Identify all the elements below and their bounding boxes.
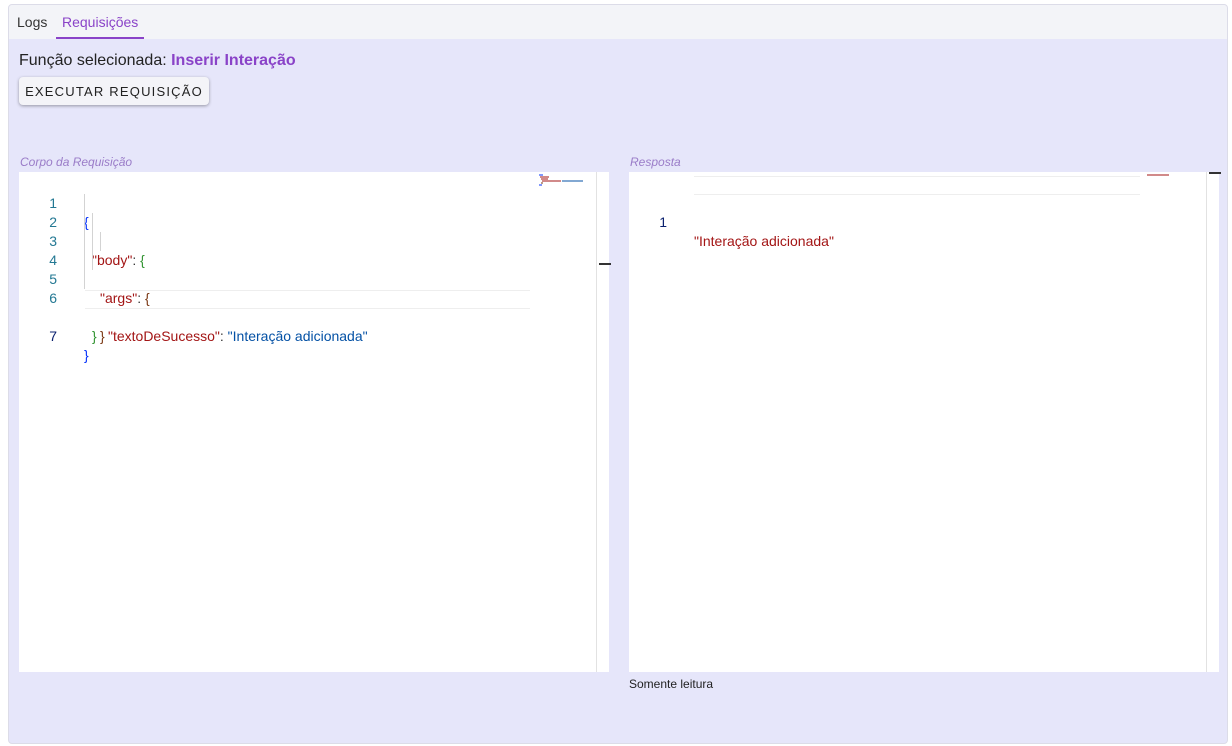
json-string-value: "Interação adicionada" [694, 233, 834, 249]
code-line: 1 { [19, 175, 88, 230]
json-brace: } [84, 347, 89, 363]
selected-function: Função selecionada: Inserir Interação [19, 52, 296, 70]
json-string-value: "Interação adicionada" [227, 328, 368, 344]
scroll-position-marker [1209, 172, 1221, 174]
request-body-label: Corpo da Requisição [20, 155, 133, 169]
line-number: 1 [659, 214, 667, 230]
code-line: 3 "args": { [19, 213, 150, 306]
indent-guide [84, 232, 85, 251]
code-line: 4 "textoDeSucesso": "Interação adicionad… [19, 232, 368, 344]
indent-guide [100, 232, 101, 251]
code-line-content: "textoDeSucesso": "Interação adicionada" [108, 327, 368, 346]
code-line: 7 } [19, 289, 530, 363]
selected-function-prefix: Função selecionada: [19, 52, 167, 69]
response-code: 1 "Interação adicionada" [629, 175, 1140, 249]
indent-guide [84, 194, 85, 213]
json-key: "body" [92, 252, 133, 268]
minimap[interactable] [1147, 173, 1171, 177]
indent-guide [92, 213, 93, 232]
tab-logs[interactable]: Logs [11, 5, 53, 39]
indent-guide [92, 251, 93, 270]
response-editor[interactable]: 1 "Interação adicionada" [629, 172, 1221, 672]
indent-guide [84, 251, 85, 270]
json-brace: } [100, 328, 105, 344]
code-line-content: "body": { [92, 251, 145, 270]
indent-guide [84, 213, 85, 232]
json-brace: } [92, 328, 97, 344]
response-label: Resposta [630, 155, 681, 169]
code-line: 2 "body": { [19, 194, 145, 268]
code-line: 1 "Interação adicionada" [629, 175, 1140, 249]
request-code: 1 { 2 "body": { 3 "args": { 4 "textoDeSu… [19, 175, 530, 363]
current-line-highlight [85, 290, 530, 309]
response-editor-scrollbar[interactable] [1206, 172, 1221, 672]
code-line: 5 } [19, 251, 105, 344]
json-colon: : [219, 328, 228, 344]
scroll-position-marker [599, 263, 611, 265]
app-frame: Logs Requisições Função selecionada: Ins… [8, 4, 1228, 744]
execute-request-button[interactable]: EXECUTAR REQUISIÇÃO [19, 77, 209, 105]
json-key: "textoDeSucesso" [108, 328, 220, 344]
indent-guide [84, 270, 85, 289]
tab-bar: Logs Requisições [9, 5, 1227, 39]
read-only-note: Somente leitura [629, 677, 714, 691]
selected-function-name: Inserir Interação [171, 52, 296, 69]
json-brace: { [140, 252, 145, 268]
minimap[interactable] [539, 174, 583, 186]
tab-requisicoes[interactable]: Requisições [56, 5, 145, 39]
code-line: 6 } [19, 270, 97, 344]
indent-guide [92, 232, 93, 251]
line-number: 7 [49, 328, 57, 344]
json-colon: : [132, 252, 141, 268]
current-line-highlight [694, 176, 1140, 195]
request-body-editor[interactable]: 1 { 2 "body": { 3 "args": { 4 "textoDeSu… [19, 172, 611, 672]
request-editor-scrollbar[interactable] [596, 172, 611, 672]
